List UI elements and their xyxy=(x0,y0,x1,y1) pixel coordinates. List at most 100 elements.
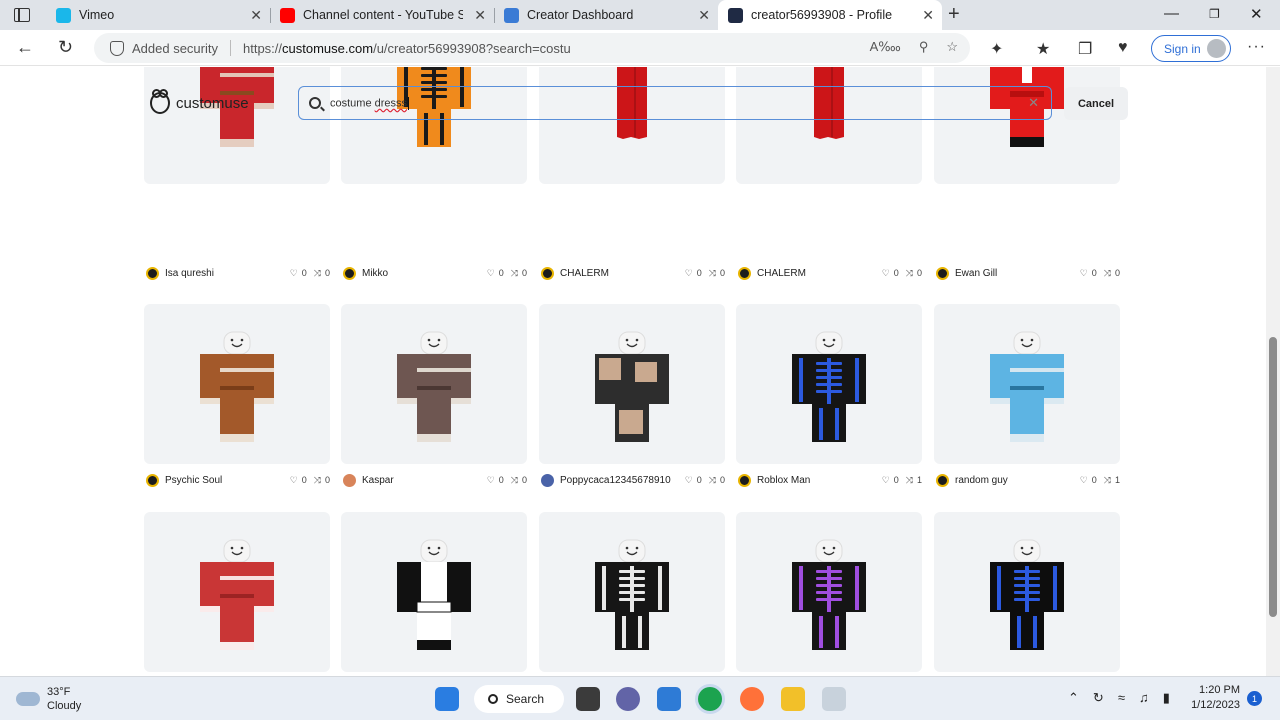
tab-actions-icon[interactable] xyxy=(14,8,30,22)
creator-avatar[interactable] xyxy=(936,473,949,487)
remix-icon[interactable]: ⤨ xyxy=(906,268,913,279)
close-tab-icon[interactable]: ✕ xyxy=(698,7,710,24)
sign-in-button[interactable]: Sign in xyxy=(1151,35,1231,62)
remix-icon[interactable]: ⤨ xyxy=(709,268,716,279)
notification-badge[interactable]: 1 xyxy=(1247,691,1262,706)
sync-icon[interactable]: ↻ xyxy=(1093,690,1104,706)
clear-search-icon[interactable]: ✕ xyxy=(1028,95,1039,111)
read-aloud-icon[interactable]: A‱ xyxy=(870,39,901,55)
new-tab-button[interactable]: + xyxy=(948,3,960,26)
creator-avatar[interactable] xyxy=(146,266,159,280)
remix-icon[interactable]: ⤨ xyxy=(314,475,321,486)
edge-icon[interactable] xyxy=(698,687,722,711)
creator-name[interactable]: Roblox Man xyxy=(757,475,882,486)
heart-icon[interactable]: ♡ xyxy=(290,475,298,486)
outfit-card[interactable] xyxy=(144,512,330,672)
creator-name[interactable]: random guy xyxy=(955,475,1080,486)
chevron-up-icon[interactable]: ⌃ xyxy=(1068,690,1079,706)
creator-name[interactable]: Psychic Soul xyxy=(165,475,290,486)
close-tab-icon[interactable]: ✕ xyxy=(250,7,262,24)
outfit-card[interactable] xyxy=(341,67,527,184)
creator-avatar[interactable] xyxy=(738,473,751,487)
shield-icon[interactable] xyxy=(110,40,124,56)
app-icon[interactable] xyxy=(822,687,846,711)
creator-name[interactable]: Ewan Gill xyxy=(955,268,1080,279)
heart-icon[interactable]: ♡ xyxy=(1080,268,1088,279)
start-icon[interactable] xyxy=(435,687,459,711)
minimize-button[interactable]: — xyxy=(1164,5,1179,22)
heart-icon[interactable]: ♡ xyxy=(685,475,693,486)
remix-icon[interactable]: ⤨ xyxy=(314,268,321,279)
address-bar[interactable]: Added security https://customuse.com/u/c… xyxy=(94,33,970,63)
taskbar-search[interactable]: Search xyxy=(474,685,564,713)
outfit-card[interactable] xyxy=(934,67,1120,184)
task-view-icon[interactable] xyxy=(576,687,600,711)
extensions-icon[interactable]: ✦ xyxy=(990,39,1003,59)
volume-icon[interactable]: ♫ xyxy=(1139,690,1149,706)
firefox-icon[interactable] xyxy=(740,687,764,711)
browser-tab[interactable]: Channel content - YouTube Studio ✕ xyxy=(270,0,494,30)
page-scrollbar[interactable] xyxy=(1266,67,1280,676)
refresh-button[interactable]: ↻ xyxy=(58,37,73,58)
outfit-card[interactable] xyxy=(736,304,922,464)
maximize-button[interactable]: ❐ xyxy=(1209,7,1220,21)
weather-widget[interactable]: 33°F Cloudy xyxy=(16,685,81,713)
browser-essentials-icon[interactable]: ♥ xyxy=(1118,39,1128,57)
cancel-button[interactable]: Cancel xyxy=(1064,87,1128,120)
store-icon[interactable] xyxy=(657,687,681,711)
close-tab-icon[interactable]: ✕ xyxy=(922,7,934,24)
creator-avatar[interactable] xyxy=(541,473,554,487)
outfit-card[interactable] xyxy=(539,512,725,672)
wifi-icon[interactable]: ≈ xyxy=(1118,690,1125,706)
remix-icon[interactable]: ⤨ xyxy=(709,475,716,486)
file-explorer-icon[interactable] xyxy=(781,687,805,711)
creator-avatar[interactable] xyxy=(343,473,356,487)
heart-icon[interactable]: ♡ xyxy=(882,475,890,486)
zoom-icon[interactable]: ⚲ xyxy=(919,39,929,55)
creator-avatar[interactable] xyxy=(146,473,159,487)
creator-avatar[interactable] xyxy=(343,266,356,280)
creator-name[interactable]: CHALERM xyxy=(757,268,882,279)
remix-icon[interactable]: ⤨ xyxy=(1104,475,1111,486)
creator-avatar[interactable] xyxy=(541,266,554,280)
remix-icon[interactable]: ⤨ xyxy=(511,268,518,279)
add-favorite-icon[interactable]: ☆ xyxy=(946,39,958,55)
creator-name[interactable]: Poppycaca12345678910 xyxy=(560,475,685,486)
scrollbar-thumb[interactable] xyxy=(1269,337,1277,617)
creator-name[interactable]: Isa qureshi xyxy=(165,268,290,279)
heart-icon[interactable]: ♡ xyxy=(685,268,693,279)
battery-icon[interactable]: ▮ xyxy=(1163,690,1170,706)
heart-icon[interactable]: ♡ xyxy=(290,268,298,279)
heart-icon[interactable]: ♡ xyxy=(882,268,890,279)
collections-icon[interactable]: ❐ xyxy=(1078,39,1092,59)
outfit-card[interactable] xyxy=(341,304,527,464)
browser-tab[interactable]: Creator Dashboard ✕ xyxy=(494,0,718,30)
back-button[interactable]: ← xyxy=(16,37,34,58)
heart-icon[interactable]: ♡ xyxy=(487,475,495,486)
close-tab-icon[interactable]: ✕ xyxy=(474,7,486,24)
creator-avatar[interactable] xyxy=(936,266,949,280)
browser-tab[interactable]: creator56993908 - Profile ✕ xyxy=(718,0,942,30)
remix-icon[interactable]: ⤨ xyxy=(1104,268,1111,279)
outfit-card[interactable] xyxy=(934,304,1120,464)
close-window-button[interactable]: ✕ xyxy=(1250,5,1263,23)
outfit-card[interactable] xyxy=(144,67,330,184)
favorites-icon[interactable]: ★ xyxy=(1036,39,1050,59)
teams-chat-icon[interactable] xyxy=(616,687,640,711)
customuse-logo[interactable]: customuse xyxy=(150,89,249,114)
clock[interactable]: 1:20 PM 1/12/2023 xyxy=(1188,683,1240,713)
more-menu-button[interactable]: ··· xyxy=(1247,38,1266,56)
creator-name[interactable]: CHALERM xyxy=(560,268,685,279)
creator-name[interactable]: Mikko xyxy=(362,268,487,279)
heart-icon[interactable]: ♡ xyxy=(1080,475,1088,486)
remix-icon[interactable]: ⤨ xyxy=(511,475,518,486)
outfit-card[interactable] xyxy=(934,512,1120,672)
outfit-card[interactable] xyxy=(539,67,725,184)
outfit-card[interactable] xyxy=(736,67,922,184)
search-input[interactable]: costume dresss ✕ xyxy=(298,86,1052,120)
outfit-card[interactable] xyxy=(736,512,922,672)
outfit-card[interactable] xyxy=(539,304,725,464)
heart-icon[interactable]: ♡ xyxy=(487,268,495,279)
browser-tab[interactable]: Vimeo ✕ xyxy=(46,0,270,30)
outfit-card[interactable] xyxy=(341,512,527,672)
